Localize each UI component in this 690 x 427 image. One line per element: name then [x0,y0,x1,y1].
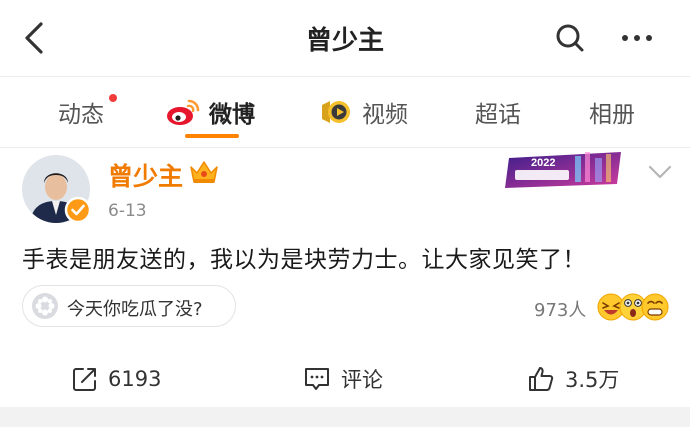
section-separator [0,407,690,427]
tab-label: 超话 [475,102,521,128]
active-tab-indicator [185,134,239,138]
reader-count: 973人 [534,300,587,321]
tab-label: 微博 [209,102,255,128]
tab-label: 视频 [362,102,408,128]
comment-button[interactable]: 评论 [303,358,383,400]
search-button[interactable] [550,18,590,58]
chevron-down-icon [648,165,672,179]
event-banner-image: 2022 [505,152,621,188]
tab-weibo[interactable]: 微博 [165,92,255,132]
topic-icon [32,293,58,319]
post-action-bar: 6193 评论 3.5万 [0,358,690,400]
post-text[interactable]: 手表是朋友送的，我以为是块劳力士。让大家见笑了！ [22,240,586,274]
reaction-emojis-image [597,293,669,321]
profile-page: 曾少主 动态 微博 视频 超话 相册 曾少主 6-13 2022 手表是朋友送的… [0,0,690,427]
tab-super-topic[interactable]: 超话 [475,92,521,132]
topic-chip[interactable]: 今天你吃瓜了没? [22,285,236,327]
crown-badge-icon[interactable] [188,157,220,187]
back-arrow-icon [25,22,43,54]
search-icon [556,24,584,52]
verified-badge-icon [64,196,92,224]
banner-year: 2022 [531,157,555,169]
tab-album[interactable]: 相册 [589,92,635,132]
notification-dot [109,94,117,102]
more-dots-icon [622,35,652,41]
thumbs-up-icon [529,367,554,391]
post-date: 6-13 [108,201,147,221]
share-icon [73,368,96,391]
comment-icon [305,368,329,390]
event-banner[interactable]: 2022 [505,148,625,190]
topic-label: 今天你吃瓜了没? [67,299,203,320]
top-bar: 曾少主 [0,0,690,76]
repost-count: 6193 [108,367,162,391]
post-menu-button[interactable] [645,160,675,184]
reaction-emojis[interactable] [596,291,670,323]
more-button[interactable] [617,18,657,58]
tab-video[interactable]: 视频 [320,92,408,132]
video-icon [322,101,350,123]
profile-tabs: 动态 微博 视频 超话 相册 [0,77,690,147]
tab-label: 动态 [58,102,104,128]
grin-emoji-icon [641,293,669,321]
repost-button[interactable]: 6193 [72,358,161,400]
author-name[interactable]: 曾少主 [108,157,183,193]
tab-label: 相册 [589,102,635,128]
comment-label: 评论 [341,368,383,392]
weibo-logo-icon [167,99,200,125]
tab-feed[interactable]: 动态 [58,92,104,132]
like-button[interactable]: 3.5万 [527,358,619,400]
like-count: 3.5万 [565,368,620,392]
back-button[interactable] [16,18,56,58]
